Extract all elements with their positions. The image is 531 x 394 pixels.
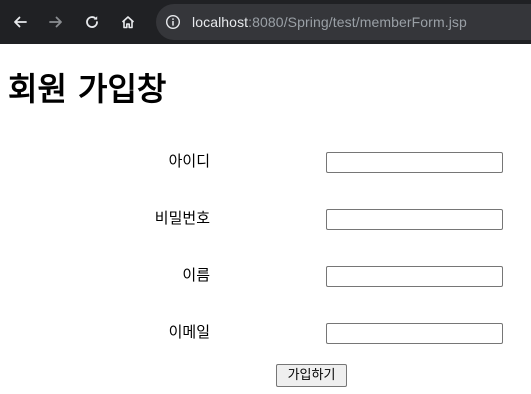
password-input[interactable] xyxy=(326,209,503,230)
id-input[interactable] xyxy=(326,152,503,173)
name-label: 이름 xyxy=(182,266,210,284)
email-input[interactable] xyxy=(326,323,503,344)
forward-arrow-icon xyxy=(49,16,62,28)
name-input[interactable] xyxy=(326,266,503,287)
back-arrow-icon xyxy=(14,16,27,28)
reload-button[interactable] xyxy=(80,10,104,34)
home-button[interactable] xyxy=(116,10,140,34)
browser-toolbar: localhost:8080/Spring/test/memberForm.js… xyxy=(0,0,531,44)
reload-icon xyxy=(86,16,98,28)
back-button[interactable] xyxy=(8,10,32,34)
url-path: :8080/Spring/test/memberForm.jsp xyxy=(248,14,467,30)
id-label: 아이디 xyxy=(168,152,210,170)
info-icon[interactable] xyxy=(165,14,181,30)
address-bar[interactable]: localhost:8080/Spring/test/memberForm.js… xyxy=(156,4,531,40)
forward-button[interactable] xyxy=(44,10,68,34)
url-text[interactable]: localhost:8080/Spring/test/memberForm.js… xyxy=(192,13,467,31)
home-icon xyxy=(121,16,135,29)
email-label: 이메일 xyxy=(168,323,210,341)
page-title: 회원 가입창 xyxy=(8,70,167,108)
signup-button[interactable]: 가입하기 xyxy=(276,364,347,387)
url-host: localhost xyxy=(192,14,249,30)
password-label: 비밀번호 xyxy=(154,209,210,227)
